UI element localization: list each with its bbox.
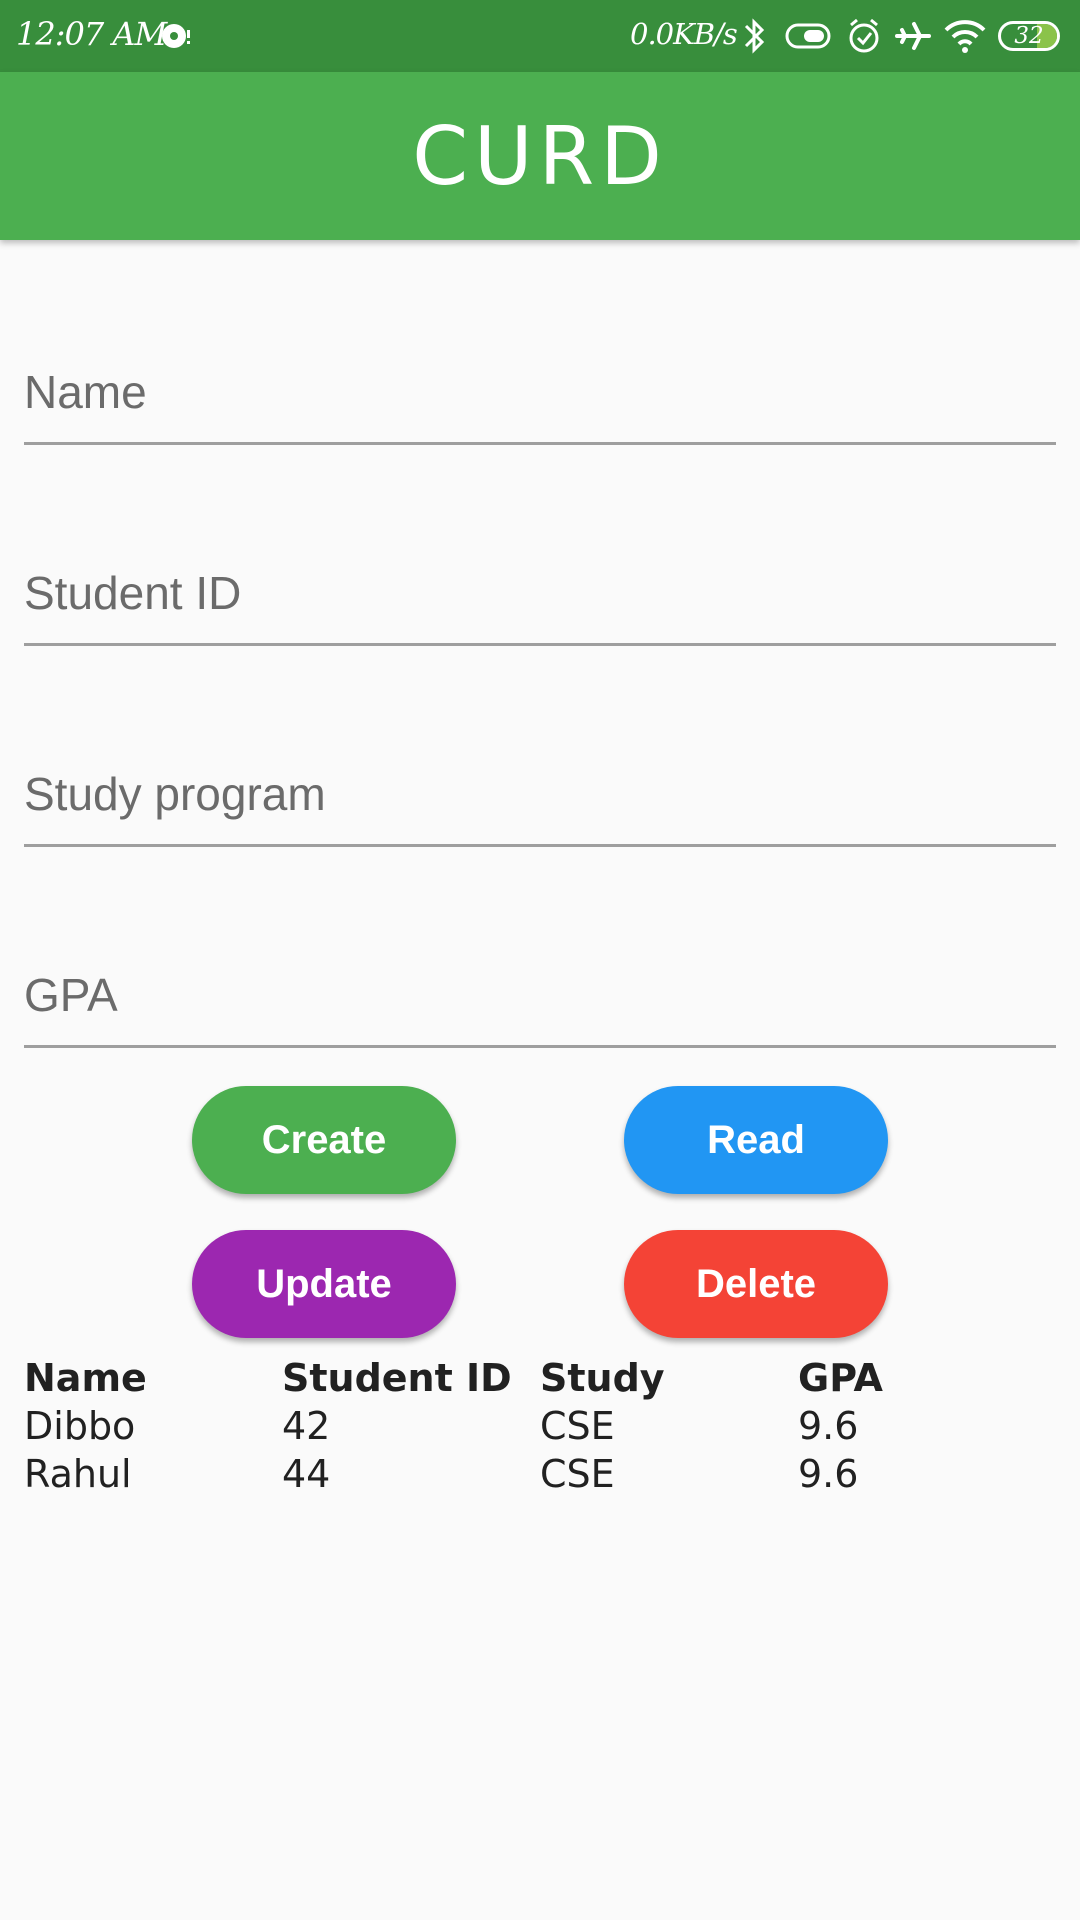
network-speed: 0.0KB/s (630, 17, 738, 51)
create-button[interactable]: Create (192, 1086, 456, 1194)
delete-button[interactable]: Delete (624, 1230, 888, 1338)
header-gpa: GPA (798, 1356, 883, 1400)
cell-gpa: 9.6 (798, 1404, 859, 1448)
airplane-icon (895, 22, 931, 50)
battery-level: 32 (1014, 23, 1044, 49)
read-button[interactable]: Read (624, 1086, 888, 1194)
notification-icon (162, 24, 190, 48)
toggle-icon (785, 23, 831, 49)
cell-study: CSE (540, 1452, 615, 1496)
status-bar: 12:07 AM 0.0KB/s 32 (0, 0, 1080, 72)
battery-icon: 32 (998, 21, 1060, 51)
name-input[interactable] (24, 342, 1056, 442)
app-bar: CURD (0, 72, 1080, 240)
gpa-field[interactable] (24, 945, 1056, 1048)
table-row: Rahul 44 CSE 9.6 (24, 1450, 1056, 1498)
cell-name: Rahul (24, 1452, 132, 1496)
cell-name: Dibbo (24, 1404, 136, 1448)
student-table: Name Student ID Study GPA Dibbo 42 CSE 9… (24, 1354, 1056, 1498)
table-header-row: Name Student ID Study GPA (24, 1354, 1056, 1402)
header-name: Name (24, 1356, 147, 1400)
cell-student-id: 42 (282, 1404, 331, 1448)
alarm-icon (849, 18, 879, 53)
gpa-input[interactable] (24, 945, 1056, 1045)
cell-student-id: 44 (282, 1452, 331, 1496)
wifi-icon (944, 20, 986, 53)
app-title: CURD (412, 110, 668, 203)
name-field[interactable] (24, 342, 1056, 445)
cell-gpa: 9.6 (798, 1452, 859, 1496)
header-study: Study (540, 1356, 665, 1400)
study-program-input[interactable] (24, 744, 1056, 844)
cell-study: CSE (540, 1404, 615, 1448)
bluetooth-icon (744, 18, 765, 54)
study-program-field[interactable] (24, 744, 1056, 847)
header-student-id: Student ID (282, 1356, 512, 1400)
table-row: Dibbo 42 CSE 9.6 (24, 1402, 1056, 1450)
student-id-input[interactable] (24, 543, 1056, 643)
update-button[interactable]: Update (192, 1230, 456, 1338)
status-time: 12:07 AM (16, 15, 167, 53)
student-id-field[interactable] (24, 543, 1056, 646)
